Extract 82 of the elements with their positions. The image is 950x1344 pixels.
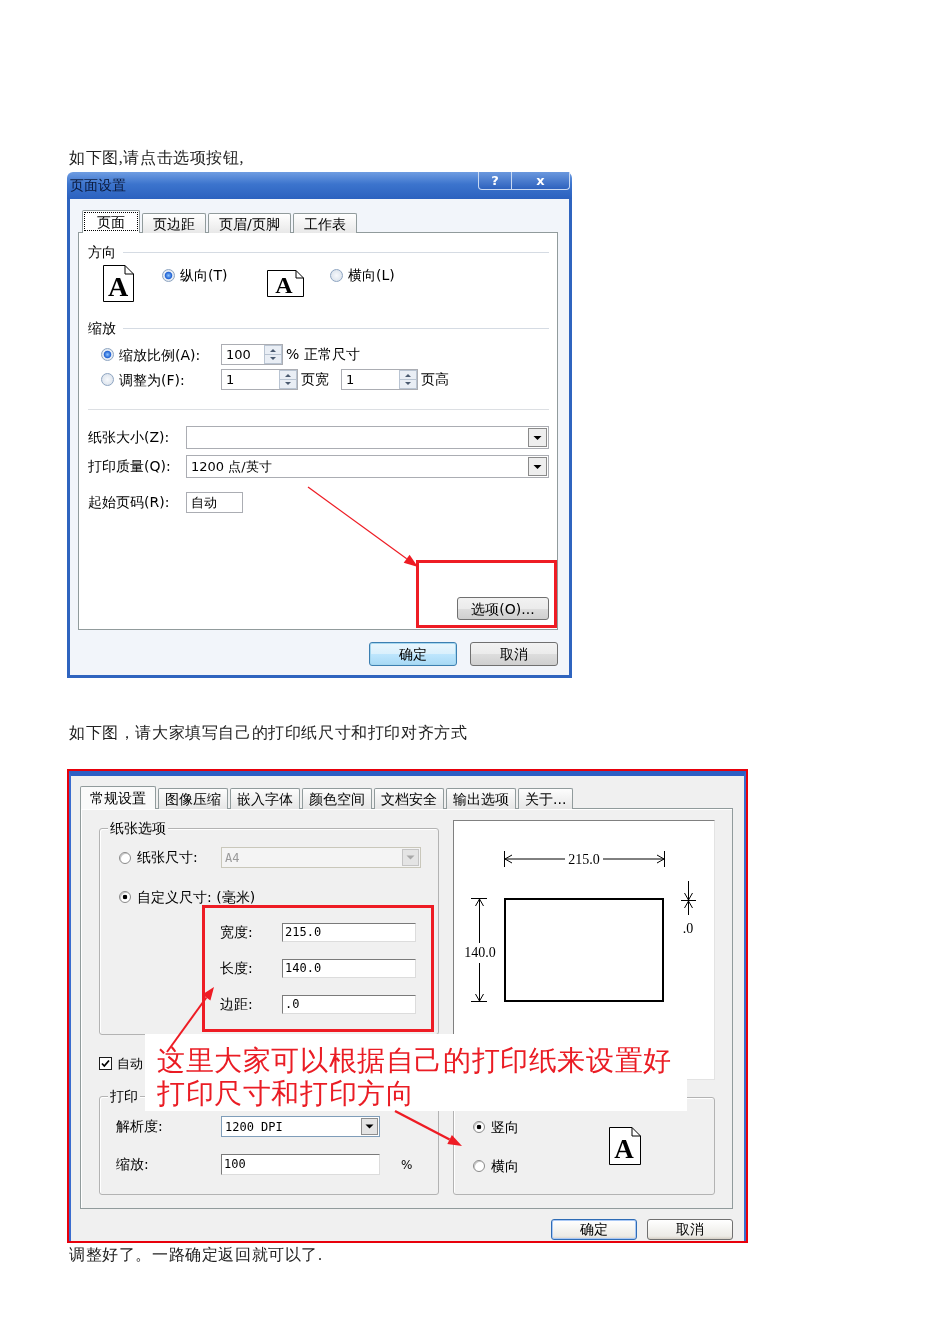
field-label: 起始页码(R):	[88, 493, 171, 512]
pointer-arrow	[394, 1109, 462, 1146]
radio-label: 纸张尺寸:	[137, 848, 198, 867]
dropdown-field[interactable]: 1200 点/英寸	[186, 455, 549, 478]
tab[interactable]: 嵌入字体	[230, 788, 300, 809]
height-value-label: 140.0	[464, 945, 496, 960]
field-suffix-label: % 正常尺寸	[286, 345, 360, 364]
text-field[interactable]: 自动	[186, 492, 243, 513]
help-button[interactable]: ?	[478, 172, 512, 190]
dropdown-field: A4	[221, 847, 421, 868]
ok-button[interactable]: 确定	[551, 1219, 637, 1240]
tab[interactable]: 页面	[82, 210, 140, 233]
group-title: 纸张选项	[108, 820, 168, 837]
radio-label: 自定义尺寸: (毫米)	[137, 887, 256, 907]
group-title: 打印	[108, 1088, 140, 1105]
body-text: 如下图，请大家填写自己的打印纸尺寸和打印对齐方式	[68, 723, 468, 743]
dropdown-caret-icon[interactable]	[361, 1118, 378, 1135]
text-field[interactable]: 100	[221, 1154, 380, 1175]
field-label: 缩放:	[116, 1155, 150, 1174]
section-heading: 方向	[88, 244, 116, 260]
checkbox-label: 自动	[117, 1057, 143, 1070]
text-field[interactable]: 215.0	[282, 923, 416, 942]
options-button[interactable]: 选项(O)...	[457, 597, 549, 620]
spinner-icon[interactable]	[399, 370, 417, 389]
radio-button[interactable]	[101, 373, 114, 386]
dropdown-caret-icon[interactable]	[528, 457, 547, 476]
radio-button[interactable]	[330, 268, 343, 282]
body-text: 调整好了。一路确定返回就可以了.	[68, 1245, 323, 1265]
field-suffix-label: 页高	[421, 370, 449, 389]
field-label: 宽度:	[220, 923, 254, 942]
section-heading: 缩放	[88, 320, 116, 336]
radio-label: 纵向(T)	[180, 268, 228, 282]
dropdown-field[interactable]	[186, 426, 549, 449]
width-value-label: 215.0	[568, 852, 600, 867]
tab[interactable]: 图像压缩	[158, 788, 228, 809]
text-field[interactable]: .0	[282, 995, 416, 1014]
radio-label: 缩放比例(A):	[119, 347, 201, 362]
radio-button[interactable]	[101, 348, 114, 361]
margin-value-label: .0	[682, 921, 694, 936]
close-button[interactable]: x	[512, 172, 570, 190]
field-label: 打印质量(Q):	[88, 457, 172, 476]
spinner-icon[interactable]	[264, 345, 282, 364]
tab[interactable]: 文档安全	[374, 788, 444, 809]
checkbox[interactable]	[99, 1057, 112, 1070]
field-label: 边距:	[220, 995, 254, 1014]
radio-button[interactable]	[473, 1160, 485, 1172]
dropdown-caret-icon[interactable]	[528, 428, 547, 447]
landscape-page-icon: A	[267, 270, 304, 297]
portrait-page-icon: A	[103, 265, 134, 302]
tab[interactable]: 页眉/页脚	[208, 213, 291, 233]
radio-label: 竖向	[491, 1117, 519, 1137]
radio-button[interactable]	[119, 891, 131, 903]
dropdown-field[interactable]: 1200 DPI	[221, 1116, 380, 1137]
margin-marker	[680, 880, 697, 916]
field-suffix-label: 页宽	[301, 370, 329, 389]
field-label: 解析度:	[116, 1117, 164, 1136]
number-field[interactable]: 1	[221, 369, 298, 390]
window-title: 页面设置	[70, 176, 126, 195]
radio-label: 调整为(F):	[119, 372, 185, 387]
tab[interactable]: 常规设置	[80, 786, 156, 809]
number-field[interactable]: 100	[221, 344, 283, 365]
field-label: 长度:	[220, 959, 254, 978]
tab[interactable]: 颜色空间	[302, 788, 372, 809]
annotation-note: 这里大家可以根据自己的打印纸来设置好打印尺寸和打印方向	[145, 1034, 687, 1111]
unit-label: %	[401, 1156, 413, 1174]
ok-button[interactable]: 确定	[369, 642, 457, 666]
portrait-page-icon: A	[609, 1127, 641, 1165]
cancel-button[interactable]: 取消	[470, 642, 558, 666]
tab[interactable]: 页边距	[142, 213, 206, 233]
tab[interactable]: 输出选项	[446, 788, 516, 809]
tab[interactable]: 关于...	[518, 788, 574, 809]
field-label: 纸张大小(Z):	[88, 428, 171, 447]
text-field[interactable]: 140.0	[282, 959, 416, 978]
cancel-button[interactable]: 取消	[647, 1219, 733, 1240]
radio-label: 横向(L)	[348, 268, 395, 282]
spinner-icon[interactable]	[279, 370, 297, 389]
number-field[interactable]: 1	[341, 369, 418, 390]
body-text: 如下图,请点击选项按钮,	[68, 148, 245, 168]
radio-button[interactable]	[473, 1121, 485, 1133]
radio-button[interactable]	[162, 268, 175, 282]
radio-label: 横向	[491, 1156, 519, 1176]
tab[interactable]: 工作表	[292, 213, 357, 233]
